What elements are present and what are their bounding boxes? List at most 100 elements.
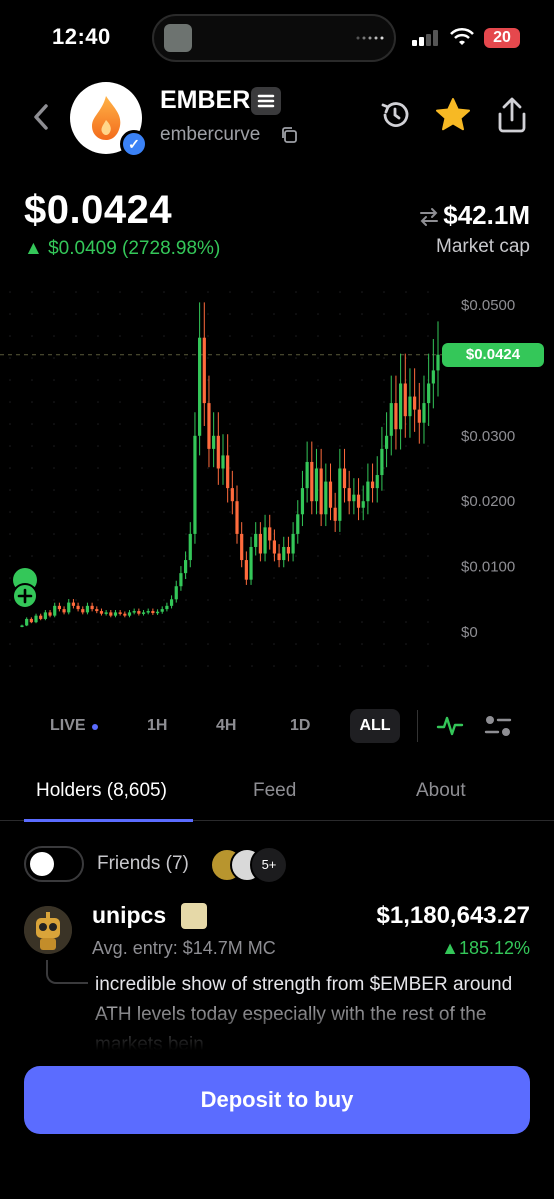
candle (127, 612, 132, 616)
candle (198, 337, 202, 436)
verified-badge-icon: ✓ (120, 130, 148, 158)
token-name: EMBER (160, 86, 251, 114)
candle (160, 609, 164, 612)
battery-indicator: 20 (484, 28, 520, 48)
y-axis-tick: $0.0500 (461, 297, 515, 314)
candle (370, 481, 375, 489)
timeframe-live[interactable]: LIVE (50, 717, 86, 735)
candle (193, 435, 197, 534)
candle (221, 455, 225, 469)
holder-pnl: ▲185.12% (441, 938, 530, 958)
market-cap-label: Market cap (436, 236, 530, 257)
candle (230, 488, 234, 502)
swap-arrows-icon[interactable] (418, 206, 440, 228)
star-favorite-icon[interactable] (434, 96, 472, 134)
candle (431, 370, 435, 384)
candle (53, 605, 57, 616)
candle (76, 605, 80, 610)
candle (48, 612, 52, 616)
chart-settings-icon[interactable] (484, 712, 512, 740)
candle (258, 533, 262, 554)
candle (422, 403, 426, 423)
candle (179, 573, 183, 587)
candle (408, 396, 412, 417)
candle (235, 501, 239, 534)
timeframe-all[interactable]: ALL (350, 709, 400, 743)
y-axis-tick: $0.0100 (461, 559, 515, 576)
y-axis-tick: $0 (461, 624, 478, 641)
tab-about[interactable]: About (416, 780, 466, 802)
candle (356, 494, 361, 508)
candle (352, 494, 356, 502)
friends-more-count[interactable]: 5+ (250, 846, 288, 884)
candle (226, 455, 230, 489)
candle (249, 546, 253, 580)
island-dots-icon (356, 36, 384, 40)
candle (99, 611, 104, 614)
copy-icon[interactable] (280, 126, 298, 144)
token-handle: embercurve (160, 124, 261, 145)
market-cap-value: $42.1M (443, 200, 530, 230)
candle (29, 618, 33, 623)
tab-holders[interactable]: Holders (8,605) (36, 780, 167, 802)
holder-name[interactable]: unipcs (92, 902, 166, 929)
candle (43, 612, 47, 619)
candle (240, 533, 244, 561)
line-chart-icon[interactable] (436, 712, 464, 740)
holder-badge-icon (181, 903, 207, 929)
candle (277, 553, 281, 561)
holder-avg-entry: Avg. entry: $14.7M MC (92, 938, 276, 958)
timeframe-1h[interactable]: 1H (147, 717, 167, 735)
friends-label: Friends (7) (97, 853, 189, 874)
candle (109, 612, 113, 616)
history-icon[interactable] (378, 98, 412, 132)
candle (403, 383, 407, 417)
timeframe-1d[interactable]: 1D (290, 717, 310, 735)
candle (165, 605, 169, 610)
timeframe-4h[interactable]: 4H (216, 717, 236, 735)
candle (268, 527, 272, 541)
candle (305, 461, 309, 489)
wifi-icon (450, 27, 474, 45)
candle (324, 481, 328, 515)
candle (212, 435, 216, 449)
candle (296, 514, 300, 534)
candle (62, 609, 66, 613)
candle (118, 612, 122, 614)
candle (389, 403, 393, 436)
candle (183, 560, 188, 574)
candle (333, 507, 337, 521)
candle (34, 615, 38, 623)
candle (394, 403, 398, 430)
candle (137, 611, 141, 614)
candle (216, 435, 220, 469)
menu-lines-icon[interactable] (251, 87, 281, 115)
y-axis-tick: $0.0200 (461, 493, 515, 510)
candle (85, 605, 90, 613)
holder-avatar[interactable] (24, 906, 72, 954)
candle (169, 599, 174, 606)
candle (188, 533, 192, 561)
price-change: ▲ $0.0409 (2728.98%) (24, 238, 221, 259)
candle (90, 605, 94, 610)
candle (328, 481, 333, 508)
candle (146, 611, 150, 613)
candle (342, 468, 347, 489)
cellular-signal-icon (412, 30, 438, 46)
y-axis-tick: $0.0300 (461, 428, 515, 445)
robot-avatar-icon (24, 906, 72, 954)
candle (113, 612, 118, 616)
share-icon[interactable] (494, 96, 530, 134)
candle (39, 615, 43, 619)
holder-value: $1,180,643.27 (376, 902, 530, 929)
candle (25, 618, 29, 626)
candle (427, 383, 431, 404)
status-time: 12:40 (52, 24, 111, 49)
candle (310, 461, 314, 502)
candle (338, 468, 342, 521)
tab-feed[interactable]: Feed (253, 780, 296, 802)
back-chevron-icon[interactable] (30, 100, 52, 134)
candle (380, 448, 384, 476)
deposit-to-buy-button[interactable]: Deposit to buy (24, 1066, 530, 1134)
candle (436, 354, 440, 371)
